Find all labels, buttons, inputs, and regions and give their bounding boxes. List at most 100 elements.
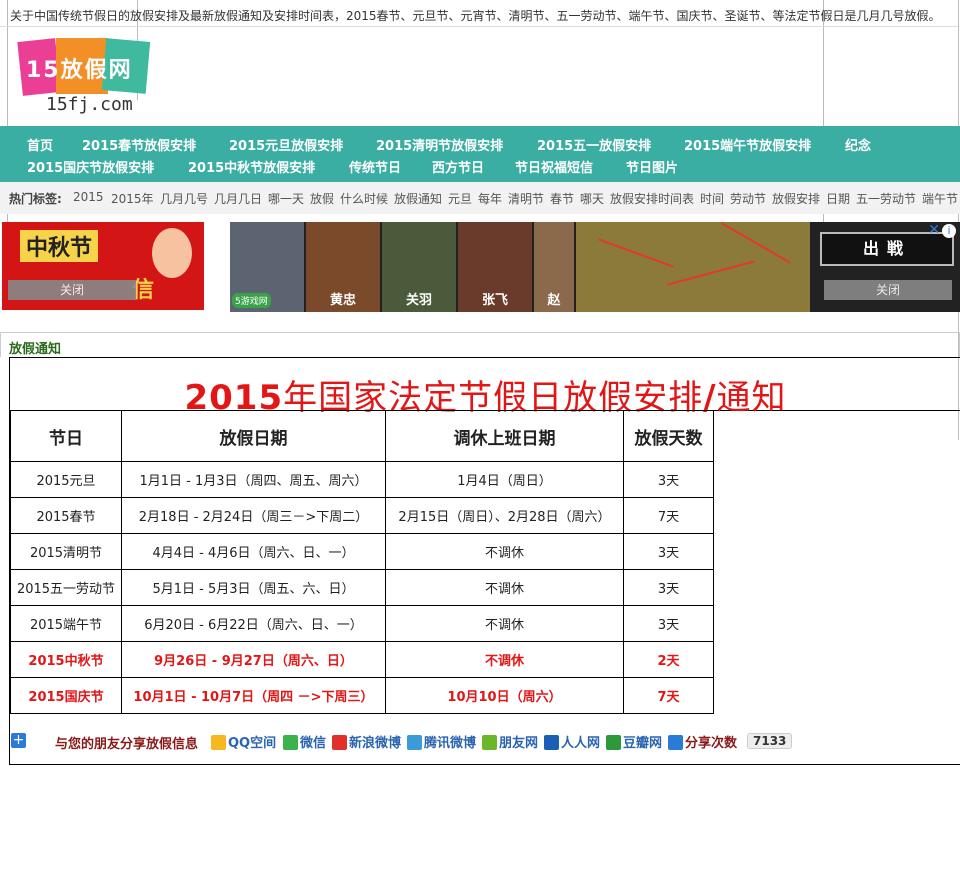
close-ad-right-button[interactable]: 关闭	[824, 280, 952, 300]
share-tencent-weibo[interactable]: 腾讯微博	[407, 732, 476, 751]
nav-item-national[interactable]: 2015国庆节放假安排	[27, 157, 154, 176]
cell-workday: 不调休	[385, 605, 624, 642]
cell-days: 7天	[623, 497, 714, 534]
nav-item-pictures[interactable]: 节日图片	[626, 157, 678, 176]
nav-item-home[interactable]: 首页	[27, 135, 53, 154]
hero-portrait: 赵	[534, 222, 574, 312]
cell-days: 3天	[623, 533, 714, 570]
ad-close-icon[interactable]: ✕	[928, 222, 940, 238]
site-description-bar: 关于中国传统节假日的放假安排及最新放假通知及安排时间表，2015春节、元旦节、元…	[0, 0, 960, 27]
table-row: 2015元旦 1月1日 - 1月3日（周四、周五、周六） 1月4日（周日） 3天	[10, 461, 714, 498]
col-header: 放假天数	[623, 410, 714, 462]
ad-headline: 中秋节	[20, 230, 99, 262]
tag-link[interactable]: 春节	[550, 190, 574, 207]
nav-item-qingming[interactable]: 2015清明节放假安排	[376, 135, 503, 154]
hero-portrait: 黄忠	[306, 222, 380, 312]
hero-name: 张飞	[481, 293, 508, 308]
tag-link[interactable]: 清明节	[508, 190, 544, 207]
tag-link[interactable]: 时间	[700, 190, 724, 207]
tag-link[interactable]: 劳动节	[730, 190, 766, 207]
pengyou-icon	[482, 735, 497, 750]
share-plus-icon[interactable]: +	[11, 733, 26, 748]
section-header: 放假通知	[0, 332, 960, 357]
table-row-highlight: 2015中秋节 9月26日 - 9月27日（周六、日） 不调休 2天	[10, 641, 714, 678]
col-header: 放假日期	[121, 410, 386, 462]
tag-link[interactable]: 2015	[73, 190, 104, 204]
title-end: 通知	[716, 378, 787, 418]
nav-item-mayday[interactable]: 2015五一放假安排	[537, 135, 651, 154]
table-row: 2015端午节 6月20日 - 6月22日（周六、日、一） 不调休 3天	[10, 605, 714, 642]
col-header: 调休上班日期	[385, 410, 624, 462]
share-weibo[interactable]: 新浪微博	[332, 732, 401, 751]
hot-tags-label: 热门标签:	[9, 192, 62, 206]
table-row: 2015五一劳动节 5月1日 - 5月3日（周五、六、日） 不调休 3天	[10, 569, 714, 606]
tag-link[interactable]: 什么时候	[340, 190, 388, 207]
tag-link[interactable]: 哪一天	[268, 190, 304, 207]
nav-item-western[interactable]: 西方节日	[432, 157, 484, 176]
cell-holiday: 2015国庆节	[10, 677, 122, 714]
col-header: 节日	[10, 410, 122, 462]
tag-link[interactable]: 放假	[310, 190, 334, 207]
main-nav: 首页 2015春节放假安排 2015元旦放假安排 2015清明节放假安排 201…	[0, 126, 960, 182]
douban-icon	[606, 735, 621, 750]
cell-days: 3天	[623, 605, 714, 642]
cell-dates: 1月1日 - 1月3日（周四、周五、周六）	[121, 461, 386, 498]
nav-item-spring[interactable]: 2015春节放假安排	[82, 135, 196, 154]
cell-workday: 不调休	[385, 641, 624, 678]
table-row: 2015春节 2月18日 - 2月24日（周三－>下周二） 2月15日（周日）、…	[10, 497, 714, 534]
share-wechat[interactable]: 微信	[283, 732, 326, 751]
holiday-notice: 2015年国家法定节假日放假安排/通知 节日 放假日期 调休上班日期 放假天数 …	[9, 357, 960, 765]
cell-dates: 5月1日 - 5月3日（周五、六、日）	[121, 569, 386, 606]
notice-title: 2015年国家法定节假日放假安排/通知	[10, 358, 960, 418]
nav-item-traditional[interactable]: 传统节日	[349, 157, 401, 176]
nav-item-midautumn[interactable]: 2015中秋节放假安排	[188, 157, 315, 176]
cell-workday: 10月10日（周六）	[385, 677, 624, 714]
tag-link[interactable]: 放假安排时间表	[610, 190, 694, 207]
share-douban[interactable]: 豆瓣网	[606, 732, 662, 751]
cell-holiday: 2015端午节	[10, 605, 122, 642]
share-count-label[interactable]: 分享次数	[668, 732, 737, 751]
ad-brand-badge: 5游戏网	[232, 293, 271, 308]
share-pengyou[interactable]: 朋友网	[482, 732, 538, 751]
table-row: 2015清明节 4月4日 - 4月6日（周六、日、一） 不调休 3天	[10, 533, 714, 570]
tag-link[interactable]: 端午节	[922, 190, 958, 207]
tag-link[interactable]: 放假通知	[394, 190, 442, 207]
cell-days: 3天	[623, 461, 714, 498]
tag-link[interactable]: 几月几日	[214, 190, 262, 207]
cell-days: 3天	[623, 569, 714, 606]
tag-link[interactable]: 几月几号	[160, 190, 208, 207]
tag-link[interactable]: 五一劳动节	[856, 190, 916, 207]
cell-holiday: 2015中秋节	[10, 641, 122, 678]
close-ad-left-button[interactable]: 关闭	[8, 280, 136, 300]
ad-info-icon[interactable]: i	[942, 224, 956, 238]
cell-workday: 不调休	[385, 533, 624, 570]
nav-item-memorial[interactable]: 纪念	[845, 135, 871, 154]
ad-figure	[152, 228, 192, 278]
cell-workday: 1月4日（周日）	[385, 461, 624, 498]
nav-item-dragonboat[interactable]: 2015端午节放假安排	[684, 135, 811, 154]
tag-link[interactable]: 哪天	[580, 190, 604, 207]
tag-link[interactable]: 2015年	[111, 190, 154, 207]
share-message: 与您的朋友分享放假信息	[55, 737, 199, 752]
plus-icon	[668, 735, 683, 750]
cell-dates: 6月20日 - 6月22日（周六、日、一）	[121, 605, 386, 642]
tag-link[interactable]: 日期	[826, 190, 850, 207]
site-logo[interactable]: 15放假网 15fj.com	[17, 36, 151, 116]
tag-link[interactable]: 每年	[478, 190, 502, 207]
cell-days: 2天	[623, 641, 714, 678]
cell-holiday: 2015春节	[10, 497, 122, 534]
cell-workday: 2月15日（周日）、2月28日（周六）	[385, 497, 624, 534]
holiday-table: 节日 放假日期 调休上班日期 放假天数 2015元旦 1月1日 - 1月3日（周…	[10, 410, 714, 714]
tag-link[interactable]: 放假安排	[772, 190, 820, 207]
renren-icon	[544, 735, 559, 750]
share-renren[interactable]: 人人网	[544, 732, 600, 751]
share-count: 7133	[747, 733, 793, 749]
hero-portrait: 关羽	[382, 222, 456, 312]
nav-item-sms[interactable]: 节日祝福短信	[515, 157, 593, 176]
nav-item-newyear[interactable]: 2015元旦放假安排	[229, 135, 343, 154]
tag-link[interactable]: 元旦	[448, 190, 472, 207]
cell-dates: 2月18日 - 2月24日（周三－>下周二）	[121, 497, 386, 534]
share-qzone[interactable]: QQ空间	[211, 732, 276, 751]
share-bar: + 与您的朋友分享放假信息 QQ空间 微信 新浪微博 腾讯微博 朋友网 人人网 …	[10, 728, 960, 752]
cell-holiday: 2015清明节	[10, 533, 122, 570]
